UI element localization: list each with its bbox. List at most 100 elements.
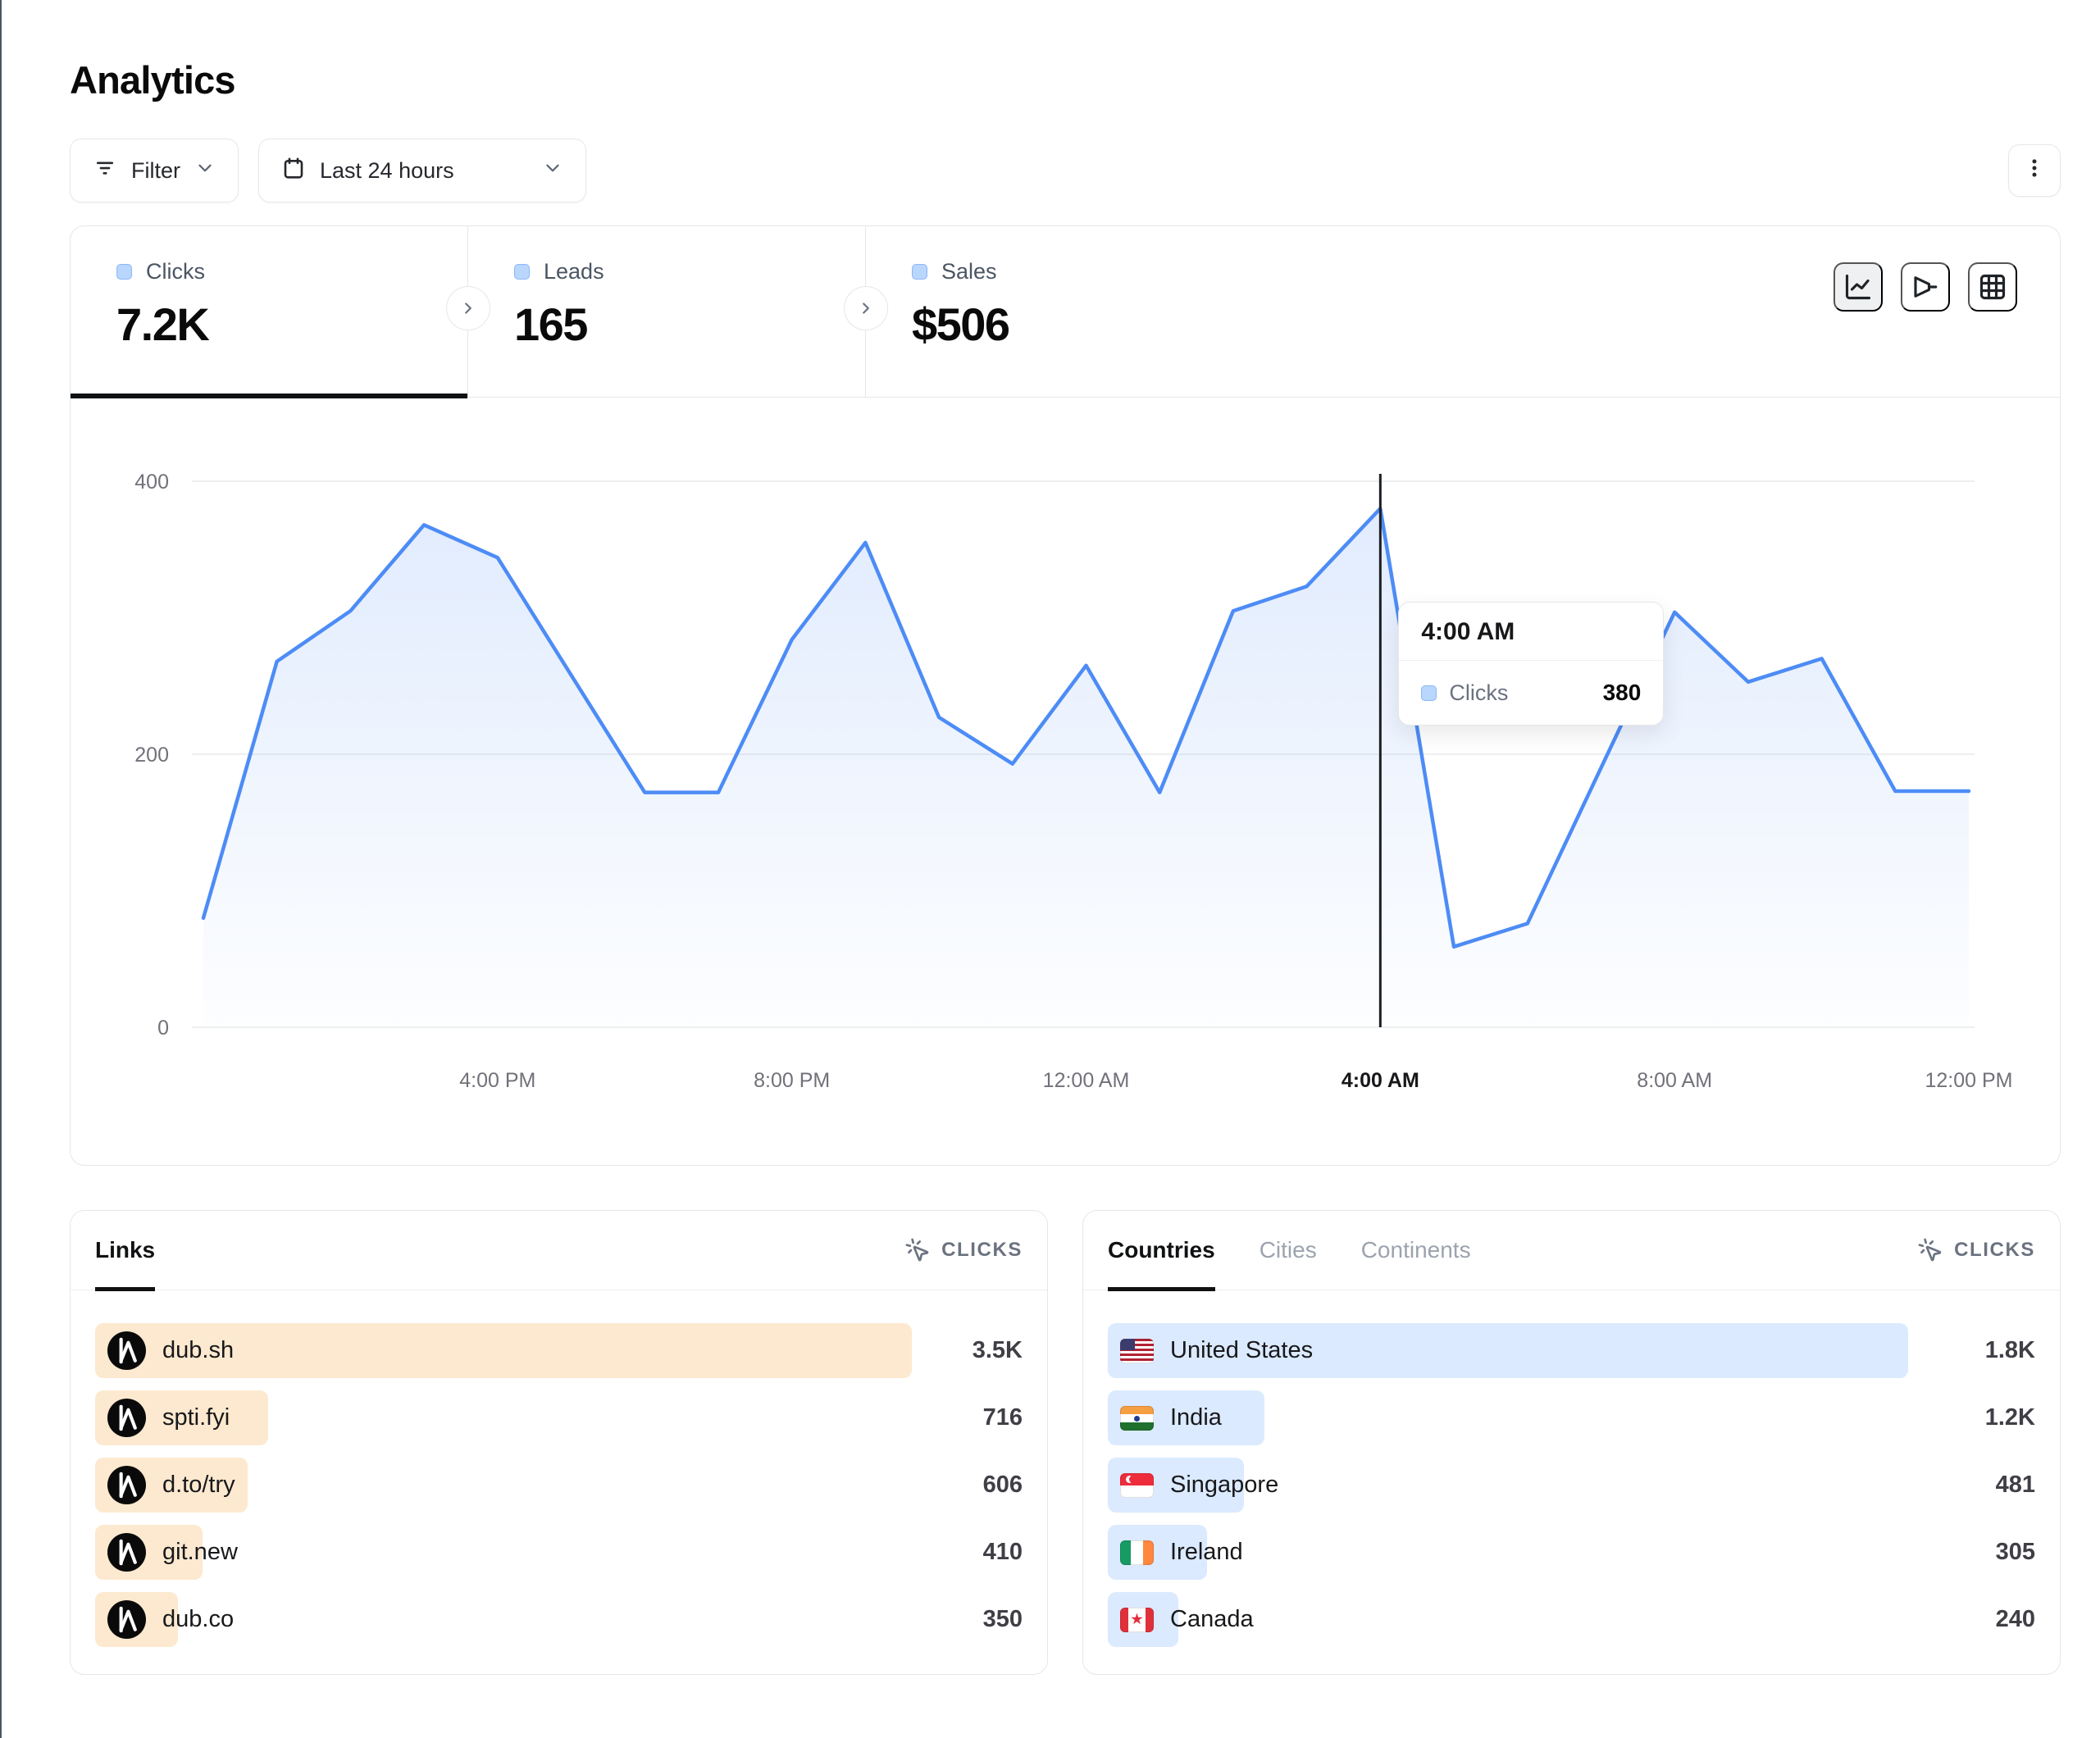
link-label: d.to/try — [162, 1472, 235, 1499]
svg-text:4:00 PM: 4:00 PM — [459, 1069, 535, 1092]
cursor-click-icon — [1917, 1237, 1943, 1263]
tab-countries[interactable]: Countries — [1108, 1211, 1215, 1290]
link-label: dub.co — [162, 1606, 234, 1633]
clicks-legend-square-icon — [116, 264, 132, 280]
chevron-down-icon — [194, 157, 216, 184]
country-row[interactable]: Canada 240 — [1108, 1592, 2035, 1647]
link-row[interactable]: d.to/try 606 — [95, 1458, 1023, 1513]
line-chart-toggle-button[interactable] — [1834, 262, 1883, 312]
leads-legend-square-icon — [514, 264, 530, 280]
country-label: United States — [1170, 1337, 1313, 1364]
svg-text:12:00 AM: 12:00 AM — [1043, 1069, 1130, 1092]
stat-tab-label: Leads — [544, 259, 604, 284]
area-chart-canvas: 02004004:00 PM8:00 PM12:00 AM4:00 AM8:00… — [71, 398, 2059, 1163]
country-bar-zone: Ireland — [1108, 1525, 1933, 1580]
link-row[interactable]: dub.co 350 — [95, 1592, 1023, 1647]
country-row[interactable]: Singapore 481 — [1108, 1458, 2035, 1513]
date-range-label: Last 24 hours — [320, 158, 454, 184]
link-bar-zone: git.new — [95, 1525, 920, 1580]
svg-text:12:00 PM: 12:00 PM — [1925, 1069, 2012, 1092]
links-metric-selector[interactable]: CLICKS — [904, 1237, 1023, 1263]
country-flag-icon — [1120, 1473, 1154, 1498]
line-chart-icon — [1843, 272, 1873, 302]
tab-cities[interactable]: Cities — [1260, 1211, 1317, 1290]
link-row[interactable]: git.new 410 — [95, 1525, 1023, 1580]
stat-tab-label: Sales — [941, 259, 997, 284]
calendar-icon — [281, 156, 306, 186]
more-menu-button[interactable] — [2008, 144, 2061, 197]
dub-logo-icon — [107, 1533, 146, 1572]
analytics-page: Analytics Filter Last 24 hours — [70, 0, 2061, 1675]
country-flag-icon — [1120, 1339, 1154, 1363]
chart-type-switcher — [1834, 262, 2017, 312]
countries-panel-header: Countries Cities Continents CLICKS — [1083, 1211, 2060, 1290]
tooltip-value: 380 — [1603, 680, 1642, 706]
link-clicks-value: 3.5K — [920, 1337, 1023, 1364]
table-grid-icon — [1978, 272, 2007, 302]
stat-tab-value: 165 — [514, 298, 865, 351]
link-clicks-value: 606 — [920, 1472, 1023, 1499]
country-clicks-value: 1.2K — [1933, 1404, 2035, 1431]
link-clicks-value: 350 — [920, 1606, 1023, 1633]
country-flag-icon — [1120, 1608, 1154, 1632]
stat-tab-label: Clicks — [146, 259, 205, 284]
countries-panel: Countries Cities Continents CLICKS — [1082, 1210, 2061, 1675]
funnel-chart-toggle-button[interactable] — [1901, 262, 1950, 312]
tab-links[interactable]: Links — [95, 1211, 155, 1290]
stat-tab-leads[interactable]: Leads 165 — [468, 226, 865, 397]
dub-logo-icon — [107, 1600, 146, 1639]
analytics-chart-card: Clicks 7.2K Leads 165 — [70, 225, 2061, 1166]
filter-button[interactable]: Filter — [70, 139, 239, 202]
tab-label: Continents — [1361, 1237, 1471, 1263]
links-panel: Links CLICKS dub.sh — [70, 1210, 1048, 1675]
country-clicks-value: 481 — [1933, 1472, 2035, 1499]
clicks-time-series-chart[interactable]: 02004004:00 PM8:00 PM12:00 AM4:00 AM8:00… — [71, 398, 2060, 1163]
tooltip-time: 4:00 AM — [1399, 603, 1663, 661]
country-label: India — [1170, 1404, 1222, 1431]
tab-label: Countries — [1108, 1237, 1215, 1263]
dub-logo-icon — [107, 1399, 146, 1437]
country-bar-zone: Canada — [1108, 1592, 1933, 1647]
tab-continents[interactable]: Continents — [1361, 1211, 1471, 1290]
svg-text:8:00 PM: 8:00 PM — [754, 1069, 830, 1092]
link-clicks-value: 410 — [920, 1539, 1023, 1566]
stat-tab-sales[interactable]: Sales $506 — [866, 226, 1263, 397]
links-list: dub.sh 3.5K spti.fyi 716 — [71, 1290, 1047, 1647]
link-bar-zone: dub.co — [95, 1592, 920, 1647]
toolbar: Filter Last 24 hours — [70, 139, 2061, 202]
country-clicks-value: 240 — [1933, 1606, 2035, 1633]
country-bar-zone: India — [1108, 1390, 1933, 1445]
tooltip-legend-square-icon — [1421, 685, 1437, 701]
country-label: Singapore — [1170, 1472, 1278, 1499]
country-row[interactable]: India 1.2K — [1108, 1390, 2035, 1445]
svg-text:200: 200 — [134, 744, 169, 767]
filter-button-label: Filter — [131, 158, 180, 184]
table-view-toggle-button[interactable] — [1968, 262, 2017, 312]
countries-list: United States 1.8K India 1.2K Singapore … — [1083, 1290, 2060, 1647]
stat-tab-value: 7.2K — [116, 298, 467, 351]
link-label: git.new — [162, 1539, 238, 1566]
countries-metric-selector[interactable]: CLICKS — [1917, 1237, 2035, 1263]
country-label: Canada — [1170, 1606, 1254, 1633]
links-panel-header: Links CLICKS — [71, 1211, 1047, 1290]
country-row[interactable]: Ireland 305 — [1108, 1525, 2035, 1580]
active-tab-underline — [95, 1287, 155, 1291]
link-row[interactable]: spti.fyi 716 — [95, 1390, 1023, 1445]
link-row[interactable]: dub.sh 3.5K — [95, 1323, 1023, 1378]
svg-text:4:00 AM: 4:00 AM — [1342, 1069, 1419, 1092]
chart-hover-tooltip: 4:00 AM Clicks 380 — [1398, 602, 1664, 726]
date-range-button[interactable]: Last 24 hours — [258, 139, 586, 202]
link-bar-zone: spti.fyi — [95, 1390, 920, 1445]
page-title: Analytics — [70, 0, 2061, 102]
dub-logo-icon — [107, 1331, 146, 1370]
svg-text:0: 0 — [157, 1017, 169, 1040]
breakdown-panels: Links CLICKS dub.sh — [70, 1210, 2061, 1675]
funnel-chart-icon — [1911, 272, 1940, 302]
country-row[interactable]: United States 1.8K — [1108, 1323, 2035, 1378]
link-bar-zone: dub.sh — [95, 1323, 920, 1378]
link-label: dub.sh — [162, 1337, 234, 1364]
kebab-icon — [2022, 156, 2047, 186]
stats-tabs-row: Clicks 7.2K Leads 165 — [71, 226, 2060, 398]
chevron-down-icon — [542, 157, 563, 184]
stat-tab-clicks[interactable]: Clicks 7.2K — [71, 226, 467, 397]
